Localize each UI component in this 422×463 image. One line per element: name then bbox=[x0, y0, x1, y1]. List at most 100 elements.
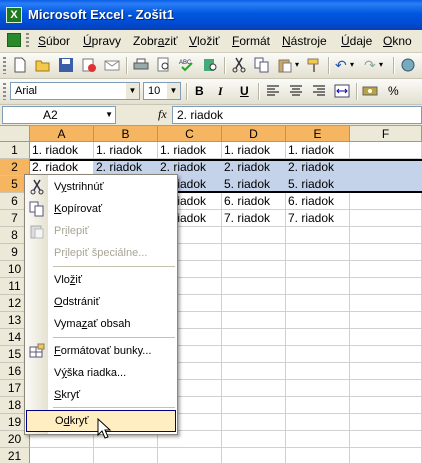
cell[interactable] bbox=[350, 227, 422, 244]
chevron-down-icon[interactable]: ▼ bbox=[105, 107, 113, 123]
cell[interactable] bbox=[286, 431, 350, 448]
cell[interactable]: 2. riadok bbox=[286, 159, 350, 176]
cell[interactable]: 1. riadok bbox=[286, 142, 350, 159]
cell[interactable]: 5. riadok bbox=[286, 176, 350, 193]
cell[interactable] bbox=[350, 159, 422, 176]
cell[interactable] bbox=[222, 431, 286, 448]
cell[interactable] bbox=[350, 448, 422, 463]
cell[interactable] bbox=[286, 329, 350, 346]
insert-function-button[interactable]: fx bbox=[158, 107, 167, 122]
context-menu-item-vyska[interactable]: Výška riadka... bbox=[25, 362, 177, 384]
column-header[interactable]: D bbox=[222, 126, 286, 142]
bold-button[interactable]: B bbox=[195, 84, 204, 98]
redo-icon[interactable]: ↷ bbox=[364, 57, 380, 73]
context-menu-item-kopirovat[interactable]: Kopírovať bbox=[25, 198, 177, 220]
chevron-down-icon[interactable]: ▼ bbox=[167, 83, 180, 99]
email-icon[interactable] bbox=[104, 57, 120, 73]
column-header[interactable]: C bbox=[158, 126, 222, 142]
column-header[interactable]: B bbox=[94, 126, 158, 142]
cell[interactable] bbox=[350, 414, 422, 431]
paste-icon[interactable] bbox=[277, 57, 293, 73]
cell[interactable] bbox=[222, 295, 286, 312]
excel-app-icon[interactable]: X bbox=[6, 7, 22, 23]
cell[interactable] bbox=[222, 261, 286, 278]
align-right-icon[interactable] bbox=[311, 83, 327, 99]
cell[interactable] bbox=[286, 295, 350, 312]
cell[interactable] bbox=[222, 346, 286, 363]
menu-zobrazit[interactable]: Zobraziť bbox=[133, 34, 178, 48]
cell[interactable] bbox=[350, 142, 422, 159]
column-header[interactable]: A bbox=[30, 126, 94, 142]
cell[interactable] bbox=[222, 414, 286, 431]
cell[interactable] bbox=[350, 363, 422, 380]
menu-format[interactable]: Formát bbox=[232, 34, 270, 48]
open-icon[interactable] bbox=[35, 57, 51, 73]
cell[interactable] bbox=[350, 312, 422, 329]
cell[interactable] bbox=[350, 278, 422, 295]
cell[interactable]: 6. riadok bbox=[222, 193, 286, 210]
cell[interactable] bbox=[94, 448, 158, 463]
cell[interactable] bbox=[350, 380, 422, 397]
cell[interactable]: 1. riadok bbox=[158, 142, 222, 159]
align-left-icon[interactable] bbox=[265, 83, 281, 99]
cell[interactable]: 2. riadok bbox=[222, 159, 286, 176]
copy-icon[interactable] bbox=[254, 57, 270, 73]
cell[interactable]: 1. riadok bbox=[30, 142, 94, 159]
cell[interactable] bbox=[350, 244, 422, 261]
cell[interactable] bbox=[222, 329, 286, 346]
menu-okno[interactable]: Okno bbox=[383, 34, 412, 48]
merge-center-icon[interactable] bbox=[334, 83, 350, 99]
cell[interactable] bbox=[286, 312, 350, 329]
cell[interactable] bbox=[350, 295, 422, 312]
row-header[interactable]: 21 bbox=[0, 448, 30, 463]
cell[interactable]: 7. riadok bbox=[222, 210, 286, 227]
column-header[interactable]: F bbox=[350, 126, 422, 142]
italic-button[interactable]: I bbox=[218, 84, 223, 99]
cell[interactable] bbox=[222, 363, 286, 380]
cell[interactable] bbox=[158, 448, 222, 463]
font-combo[interactable]: Arial ▼ bbox=[10, 82, 140, 100]
underline-button[interactable]: U bbox=[240, 84, 249, 98]
align-center-icon[interactable] bbox=[288, 83, 304, 99]
cell[interactable] bbox=[222, 312, 286, 329]
menu-nastroje[interactable]: Nástroje bbox=[282, 34, 327, 48]
cell[interactable]: 5. riadok bbox=[222, 176, 286, 193]
research-icon[interactable] bbox=[202, 57, 218, 73]
cell[interactable] bbox=[286, 261, 350, 278]
spelling-icon[interactable]: ABC bbox=[179, 57, 195, 73]
print-preview-icon[interactable] bbox=[156, 57, 172, 73]
context-menu-item-odstranit[interactable]: Odstrániť bbox=[25, 291, 177, 313]
cell[interactable] bbox=[286, 278, 350, 295]
cell[interactable] bbox=[222, 448, 286, 463]
cell[interactable] bbox=[286, 363, 350, 380]
format-painter-icon[interactable] bbox=[306, 57, 322, 73]
menu-udaje[interactable]: Údaje bbox=[341, 34, 372, 48]
row-header[interactable]: 1 bbox=[0, 142, 30, 159]
cell[interactable] bbox=[350, 210, 422, 227]
column-header[interactable]: E bbox=[286, 126, 350, 142]
cell[interactable] bbox=[222, 278, 286, 295]
formula-input[interactable]: 2. riadok bbox=[172, 106, 422, 124]
context-menu-item-formatovat[interactable]: Formátovať bunky... bbox=[25, 340, 177, 362]
cell[interactable]: 7. riadok bbox=[286, 210, 350, 227]
cell[interactable] bbox=[350, 261, 422, 278]
currency-icon[interactable] bbox=[362, 83, 378, 99]
cell[interactable] bbox=[286, 346, 350, 363]
name-box[interactable]: A2 ▼ bbox=[2, 106, 116, 124]
context-menu-item-vlozit[interactable]: Vložiť bbox=[25, 269, 177, 291]
cell[interactable] bbox=[222, 397, 286, 414]
workbook-icon[interactable] bbox=[7, 33, 21, 47]
cell[interactable] bbox=[350, 329, 422, 346]
undo-icon[interactable]: ↶ bbox=[335, 57, 351, 73]
cell[interactable] bbox=[350, 346, 422, 363]
menu-upravy[interactable]: Úpravy bbox=[83, 34, 121, 48]
context-menu-item-vystrihnut[interactable]: Vystrihnúť bbox=[25, 176, 177, 198]
cell[interactable] bbox=[286, 244, 350, 261]
cell[interactable] bbox=[350, 193, 422, 210]
cell[interactable] bbox=[222, 380, 286, 397]
font-size-combo[interactable]: 10 ▼ bbox=[143, 82, 181, 100]
cell[interactable] bbox=[222, 244, 286, 261]
cell[interactable] bbox=[350, 431, 422, 448]
context-menu-item-vymazat[interactable]: Vymazať obsah bbox=[25, 313, 177, 335]
cut-icon[interactable] bbox=[231, 57, 247, 73]
